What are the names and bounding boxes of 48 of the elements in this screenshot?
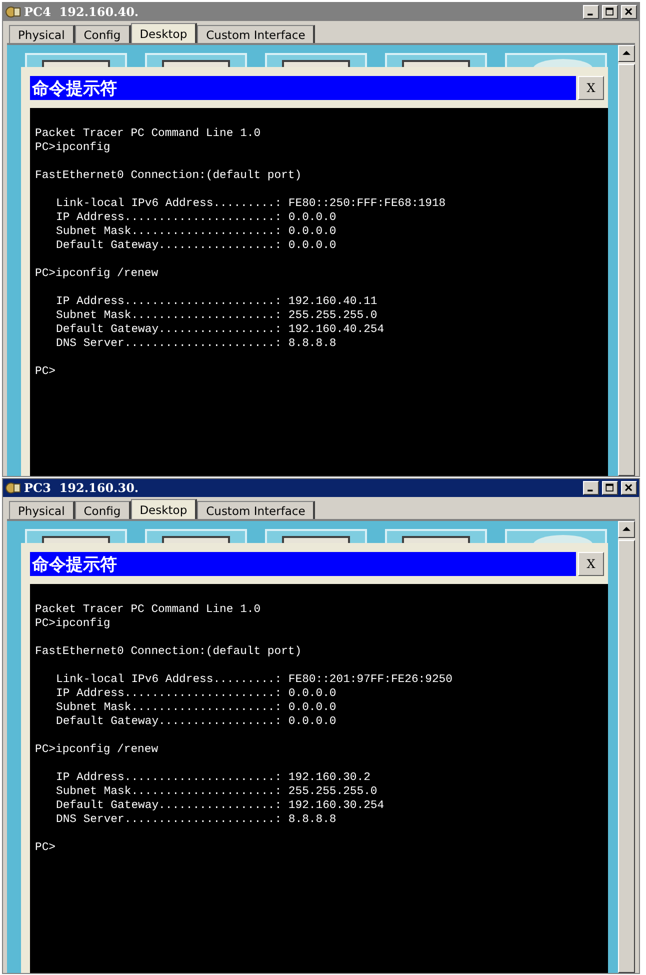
window-title: PC4 192.160.40. (24, 5, 140, 19)
terminal-line: Link-local IPv6 Address.........: FE80::201:97FF:FE26:9250 (56, 673, 454, 687)
terminal-line: Default Gateway.................: 0.0.0.0 (56, 239, 338, 253)
terminal-line: IP Address......................: 192.160.30.2 (56, 771, 372, 785)
close-icon[interactable] (621, 5, 637, 19)
tab[interactable]: Desktop (130, 23, 198, 43)
tab[interactable]: Desktop (130, 499, 198, 519)
terminal-line: PC> (35, 365, 57, 379)
window-title: PC3 192.160.30. (24, 481, 140, 495)
terminal-line: Subnet Mask.....................: 0.0.0.0 (56, 225, 338, 239)
terminal-line: PC>ipconfig /renew (35, 743, 160, 757)
dialog-title: 命令提示符 (30, 552, 576, 576)
tab[interactable]: Custom Interface (197, 25, 316, 43)
terminal-line: IP Address......................: 0.0.0.0 (56, 211, 338, 225)
terminal-line: PC>ipconfig /renew (35, 267, 160, 281)
terminal-line: Subnet Mask.....................: 255.255.255.0 (56, 785, 378, 799)
tab[interactable]: Physical (9, 25, 75, 43)
terminal-line: DNS Server......................: 8.8.8.8 (56, 813, 338, 827)
terminal-line: DNS Server......................: 8.8.8.8 (56, 337, 338, 351)
dialog-title: 命令提示符 (30, 76, 576, 100)
terminal-line: Subnet Mask.....................: 255.255.255.0 (56, 309, 378, 323)
terminal-line: FastEthernet0 Connection:(default port) (35, 169, 303, 183)
terminal-line: PC>ipconfig (35, 617, 112, 631)
terminal-line: IP Address......................: 0.0.0.0 (56, 687, 338, 701)
terminal-line: PC> (35, 841, 57, 855)
terminal-line: Packet Tracer PC Command Line 1.0 (35, 603, 262, 617)
terminal-line: FastEthernet0 Connection:(default port) (35, 645, 303, 659)
terminal-line: Subnet Mask.....................: 0.0.0.0 (56, 701, 338, 715)
close-icon[interactable] (621, 481, 637, 495)
tab[interactable]: Physical (9, 501, 75, 519)
app-icon (5, 5, 21, 19)
terminal-line: Default Gateway.................: 192.160.30.254 (56, 799, 386, 813)
tab[interactable]: Config (74, 501, 131, 519)
minimize-icon[interactable] (583, 481, 599, 495)
terminal-line: PC>ipconfig (35, 141, 112, 155)
tab[interactable]: Config (74, 25, 131, 43)
maximize-icon[interactable] (602, 5, 618, 19)
minimize-icon[interactable] (583, 5, 599, 19)
maximize-icon[interactable] (602, 481, 618, 495)
terminal-line: IP Address......................: 192.160.40.11 (56, 295, 378, 309)
app-icon (5, 481, 21, 495)
close-button[interactable]: X (578, 76, 604, 100)
terminal-line: Packet Tracer PC Command Line 1.0 (35, 127, 262, 141)
tab[interactable]: Custom Interface (197, 501, 316, 519)
terminal-line: Default Gateway.................: 192.160.40.254 (56, 323, 386, 337)
close-button[interactable]: X (578, 552, 604, 576)
terminal-line: Link-local IPv6 Address.........: FE80::250:FFF:FE68:1918 (56, 197, 447, 211)
terminal-line: Default Gateway.................: 0.0.0.0 (56, 715, 338, 729)
